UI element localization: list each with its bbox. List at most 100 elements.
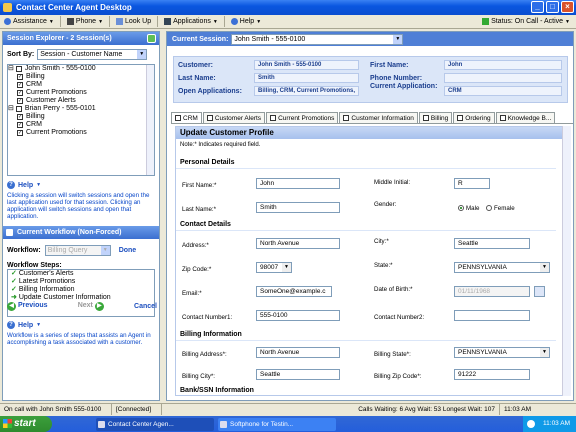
arrow-right-icon: ➜ (11, 294, 17, 301)
workflow-help-link[interactable]: ? Help ▼ (7, 321, 41, 329)
tab-customer-information[interactable]: Customer Information (339, 112, 418, 123)
first-name-label: First Name: (370, 62, 409, 69)
tab-knowledge-base[interactable]: Knowledge B... (495, 112, 556, 123)
form-scrollbar[interactable] (562, 126, 571, 396)
checkbox[interactable] (15, 106, 22, 112)
phone-menu[interactable]: Phone ▼ (63, 15, 107, 28)
contact1-field[interactable]: 555-0100 (256, 310, 340, 321)
taskbar-item-softphone[interactable]: Softphone for Testin... (218, 417, 336, 431)
last-name-field[interactable]: Smith (256, 202, 340, 213)
contact2-field[interactable] (454, 310, 530, 321)
workflow-select[interactable]: Billing Query ▼ (44, 245, 111, 256)
female-radio[interactable]: Female (486, 205, 515, 212)
billing-state-label: Billing State*: (374, 351, 411, 358)
chevron-down-icon: ▼ (256, 18, 262, 25)
checkbox[interactable]: ✓ (17, 98, 23, 104)
refresh-icon[interactable] (147, 34, 156, 43)
billing-city-field[interactable]: Seattle (256, 369, 340, 380)
open-apps-value: Billing, CRM, Current Promotions, (254, 86, 359, 96)
address-field[interactable]: North Avenue (256, 238, 340, 249)
queue-stats: Calls Waiting: 6 Avg Wait: 53 Longest Wa… (162, 404, 500, 415)
connection-status: [Connected] (112, 404, 162, 415)
help-link[interactable]: ? Help ▼ (7, 181, 41, 189)
first-name-value: John (444, 60, 562, 70)
help-icon: ? (7, 321, 15, 329)
checkbox[interactable]: ✓ (17, 74, 23, 80)
checkbox[interactable] (457, 115, 464, 121)
billing-state-select[interactable]: PENNSYLVANIA ▼ (454, 347, 550, 358)
workflow-header: Current Workflow (Non-Forced) (3, 226, 159, 239)
chevron-down-icon: ▼ (36, 322, 42, 328)
first-name-field[interactable]: John (256, 178, 340, 189)
checkbox[interactable] (206, 115, 213, 121)
phone-value (444, 73, 562, 83)
checkbox[interactable] (15, 66, 22, 72)
workflow-step[interactable]: ✓ Latest Promotions (8, 278, 154, 286)
tab-billing[interactable]: Billing (418, 112, 453, 123)
tree-app[interactable]: ✓ CRM (8, 121, 154, 129)
start-button[interactable]: start (0, 416, 52, 432)
help-text: Clicking a session will switch sessions … (7, 192, 150, 220)
checkbox[interactable]: ✓ (17, 90, 23, 96)
tree-app[interactable]: ✓ Billing (8, 113, 154, 121)
tab-customer-alerts[interactable]: Customer Alerts (202, 112, 266, 123)
taskbar-item-agent-desktop[interactable]: Contact Center Agen... (96, 417, 214, 431)
done-button[interactable]: Done (119, 247, 137, 254)
checkbox[interactable] (422, 115, 429, 121)
checkbox[interactable] (499, 115, 506, 121)
softphone-icon (220, 420, 227, 428)
current-session-select[interactable]: John Smith - 555-0100 ▼ (231, 33, 404, 45)
checkbox[interactable] (270, 115, 277, 121)
toolbar: Assistance ▼ Phone ▼ Look Up Applications ▼… (0, 15, 576, 29)
assistance-menu[interactable]: Assistance ▼ (0, 15, 58, 28)
radio-unchecked[interactable] (486, 205, 492, 212)
email-field[interactable]: SomeOne@example.c (256, 286, 332, 297)
tree-app[interactable]: ✓ Billing (8, 73, 154, 81)
dob-field[interactable]: 01/11/1968 (454, 286, 530, 297)
tree-app[interactable]: ✓ CRM (8, 81, 154, 89)
radio-checked[interactable] (458, 205, 464, 212)
checkbox[interactable]: ✓ (17, 122, 23, 128)
close-button[interactable]: × (561, 1, 574, 13)
maximize-button[interactable]: □ (546, 1, 559, 13)
tree-scrollbar[interactable] (146, 65, 154, 175)
tab-ordering[interactable]: Ordering (453, 112, 495, 123)
customer-label: Customer: (178, 62, 214, 69)
checkbox[interactable]: ✓ (17, 130, 23, 136)
tray-icon[interactable] (527, 420, 536, 428)
previous-button[interactable]: ◀ Previous (7, 302, 48, 311)
workflow-step[interactable]: ✓ Billing Information (8, 286, 154, 294)
billing-address-field[interactable]: North Avenue (256, 347, 340, 358)
state-select[interactable]: PENNSYLVANIA ▼ (454, 262, 550, 273)
applications-menu[interactable]: Applications ▼ (160, 15, 222, 28)
checkbox[interactable] (175, 115, 181, 121)
lookup-button[interactable]: Look Up (112, 15, 155, 28)
sort-select[interactable]: Session - Customer Name ▼ (37, 49, 148, 60)
male-radio[interactable]: Male (458, 205, 479, 212)
workflow-step[interactable]: ➜ Update Customer Information (8, 294, 154, 302)
tab-crm[interactable]: CRM (171, 112, 202, 123)
city-field[interactable]: Seattle (454, 238, 530, 249)
zip-select[interactable]: 98007 ▼ (256, 262, 292, 273)
dob-label: Date of Birth:* (374, 286, 413, 293)
tree-app[interactable]: ✓ Current Promotions (8, 129, 154, 137)
next-button[interactable]: Next ▶ (78, 302, 104, 311)
billing-zip-field[interactable]: 91222 (454, 369, 530, 380)
middle-initial-field[interactable]: R (454, 178, 490, 189)
calendar-icon[interactable] (534, 286, 545, 297)
workflow-icon (6, 229, 13, 236)
minimize-button[interactable]: _ (531, 1, 544, 13)
tree-session[interactable]: ⊟ John Smith - 555-0100 (8, 65, 154, 73)
tab-current-promotions[interactable]: Current Promotions (266, 112, 339, 123)
status-menu[interactable]: Status: On Call - Active ▼ (478, 15, 576, 28)
tree-app[interactable]: ✓ Customer Alerts (8, 97, 154, 105)
last-name-label: Last Name:* (182, 206, 217, 213)
tree-app[interactable]: ✓ Current Promotions (8, 89, 154, 97)
checkbox[interactable] (343, 115, 350, 121)
cancel-button[interactable]: Cancel (134, 303, 157, 310)
workflow-step[interactable]: ✓ Customer's Alerts (8, 270, 154, 278)
help-menu[interactable]: Help ▼ (227, 15, 265, 28)
checkbox[interactable]: ✓ (17, 114, 23, 120)
tree-session[interactable]: ⊟ Brian Perry - 555-0101 (8, 105, 154, 113)
checkbox[interactable]: ✓ (17, 82, 23, 88)
